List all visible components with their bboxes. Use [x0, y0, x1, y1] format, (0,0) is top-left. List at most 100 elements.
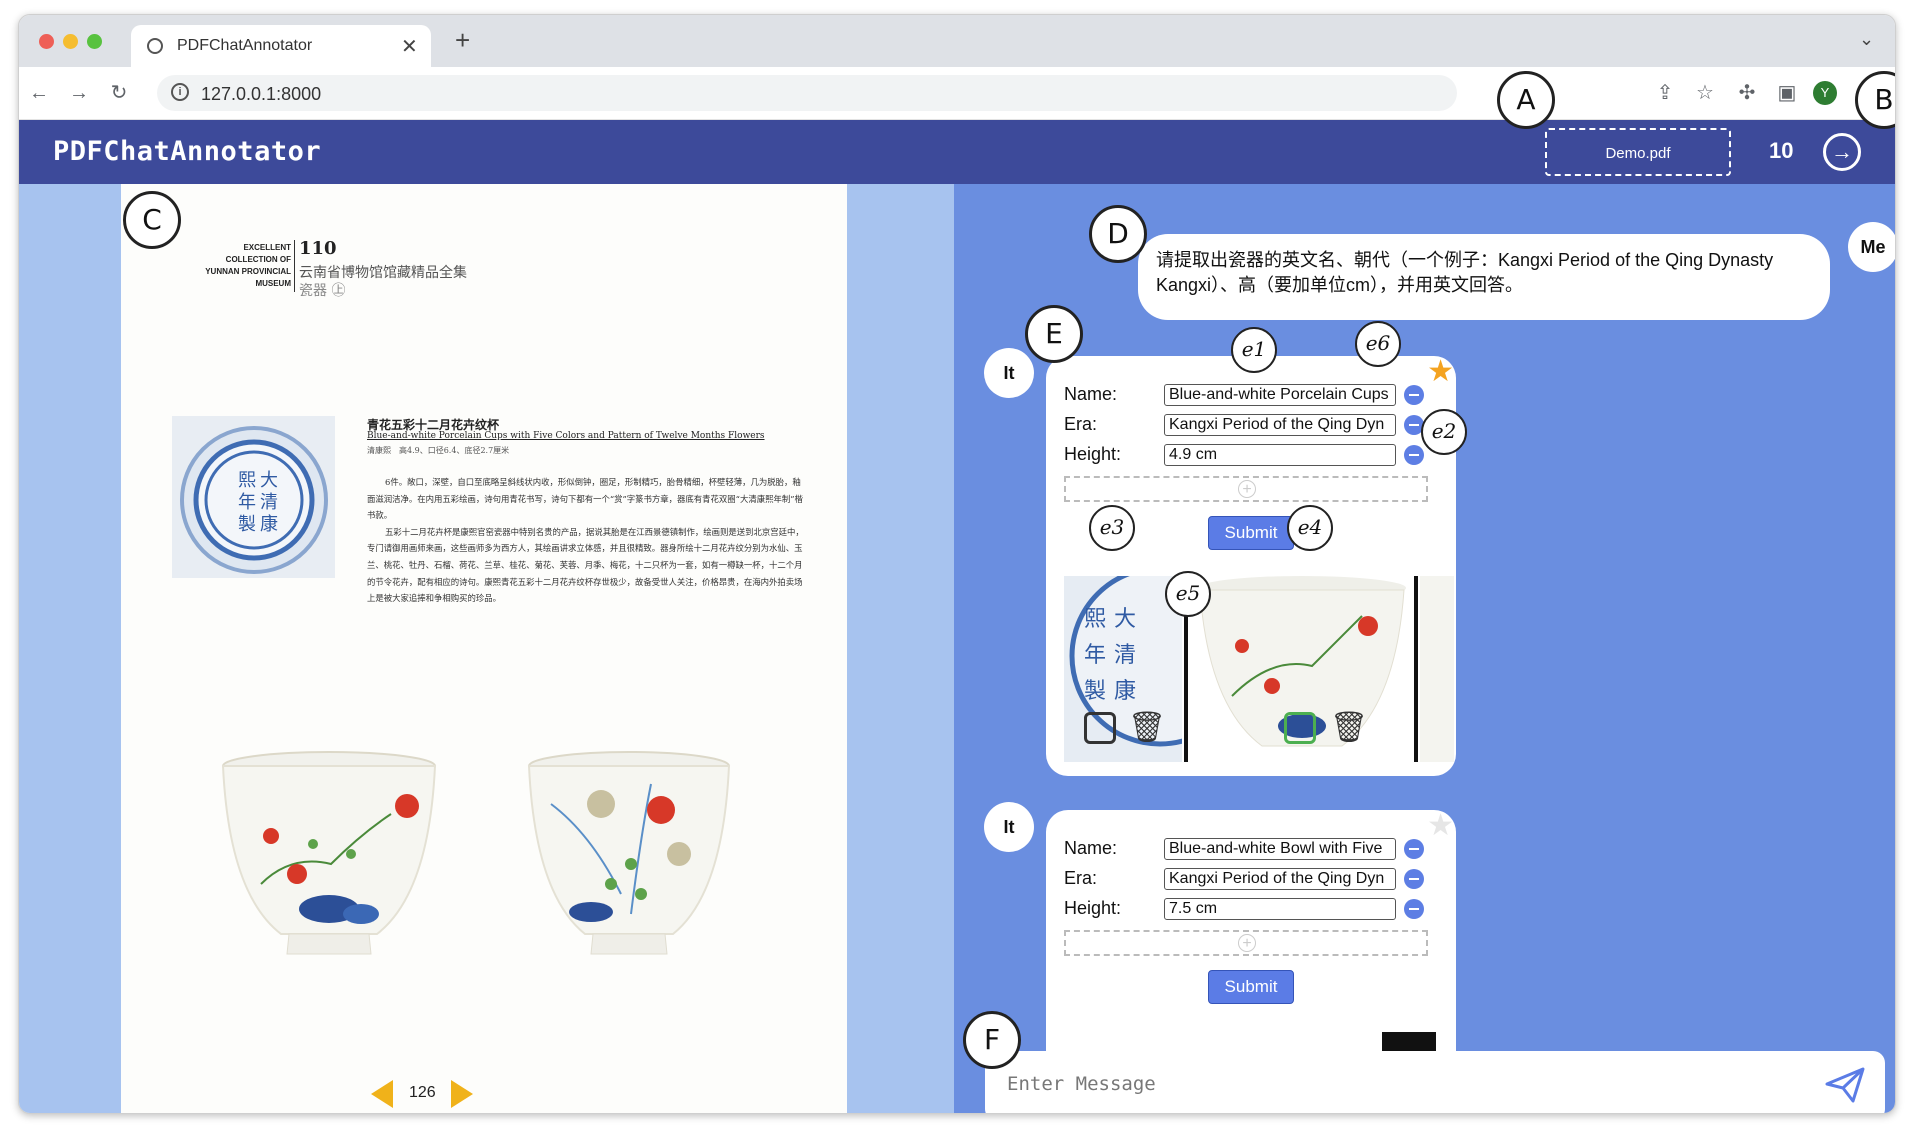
- svg-text:大: 大: [1114, 607, 1136, 632]
- select-checkbox-icon[interactable]: [1284, 712, 1316, 744]
- prev-page-arrow-icon[interactable]: [371, 1080, 393, 1108]
- user-avatar: Me: [1848, 222, 1895, 272]
- annotation-marker-e6: e6: [1355, 321, 1401, 367]
- assistant-avatar: It: [984, 348, 1034, 398]
- add-plus-icon[interactable]: +: [1238, 480, 1256, 498]
- image-thumbnail: 熙 大 年 清 製 康 🗑: [1064, 576, 1182, 762]
- svg-text:製: 製: [1084, 679, 1106, 704]
- annotation-marker-f: F: [963, 1011, 1021, 1069]
- field-label: Height:: [1064, 444, 1122, 464]
- remove-field-minus-icon[interactable]: [1404, 869, 1424, 889]
- app-header: PDFChatAnnotator Demo.pdf 10 →: [19, 120, 1895, 184]
- extensions-puzzle-icon[interactable]: ✣: [1733, 79, 1761, 107]
- page-number: 126: [409, 1084, 436, 1101]
- header-divider: [294, 240, 295, 292]
- field-label: Name:: [1064, 838, 1118, 858]
- remove-field-minus-icon[interactable]: [1404, 899, 1424, 919]
- submit-button[interactable]: Submit: [1208, 970, 1294, 1004]
- star-icon[interactable]: ★: [1427, 354, 1454, 389]
- name-field[interactable]: Blue-and-white Porcelain Cups: [1164, 384, 1396, 406]
- field-label: Height:: [1064, 898, 1122, 918]
- message-placeholder: Enter Message: [1007, 1073, 1156, 1095]
- image-divider: [1414, 576, 1418, 762]
- maximize-window-button[interactable]: [87, 34, 102, 49]
- reload-icon[interactable]: ↻: [105, 79, 133, 107]
- browser-toolbar: ← → ↻ i 127.0.0.1:8000 ⇪ ☆ ✣ ▣ Y: [19, 67, 1895, 120]
- new-tab-button[interactable]: +: [455, 27, 470, 53]
- assistant-avatar: It: [984, 802, 1034, 852]
- collection-cn-heading: 云南省博物馆馆藏精品全集: [299, 265, 467, 281]
- era-field[interactable]: Kangxi Period of the Qing Dyn: [1164, 414, 1396, 436]
- svg-text:清: 清: [260, 492, 278, 513]
- cups-photo: [201, 744, 761, 984]
- url-text: 127.0.0.1:8000: [201, 84, 322, 104]
- collection-en-heading: EXCELLENT COLLECTION OF YUNNAN PROVINCIA…: [205, 243, 291, 288]
- file-upload-box[interactable]: Demo.pdf: [1545, 128, 1731, 176]
- body-paragraph: 6件。敞口，深壁，自口至底略呈斜线状内收，形似倒钟，圈足，形制精巧，胎骨精细，杯…: [367, 477, 803, 521]
- page-count: 10: [1769, 138, 1794, 163]
- height-field[interactable]: 7.5 cm: [1164, 898, 1396, 920]
- svg-text:年: 年: [238, 492, 256, 513]
- image-thumbnail: [1420, 576, 1454, 762]
- submit-button[interactable]: Submit: [1208, 516, 1294, 550]
- browser-tab[interactable]: PDFChatAnnotator ✕: [131, 25, 431, 67]
- category-cn: 瓷器 ㊤: [299, 283, 346, 299]
- svg-text:大: 大: [260, 470, 278, 491]
- close-tab-icon[interactable]: ✕: [401, 34, 418, 59]
- next-arrow-button[interactable]: →: [1823, 133, 1861, 171]
- svg-text:年: 年: [1084, 643, 1106, 668]
- height-field[interactable]: 4.9 cm: [1164, 444, 1396, 466]
- annotation-marker-c: C: [123, 191, 181, 249]
- close-window-button[interactable]: [39, 34, 54, 49]
- item-title-en: Blue-and-white Porcelain Cups with Five …: [367, 431, 765, 441]
- select-checkbox-icon[interactable]: [1084, 712, 1116, 744]
- add-field-row[interactable]: +: [1064, 930, 1428, 956]
- body-paragraph: 五彩十二月花卉杯是康熙官窑瓷器中特别名贵的产品，据说其胎是在江西景德镇制作，绘画…: [367, 526, 804, 604]
- remove-field-minus-icon[interactable]: [1404, 385, 1424, 405]
- add-plus-icon[interactable]: +: [1238, 934, 1256, 952]
- app-title: PDFChatAnnotator: [53, 136, 322, 167]
- user-message-bubble: 请提取出瓷器的英文名、朝代（一个例子：Kangxi Period of the …: [1138, 234, 1830, 320]
- item-meta: 清康熙 高4.9、口径6.4、底径2.7厘米: [367, 446, 510, 455]
- forward-icon[interactable]: →: [65, 79, 93, 107]
- user-message-text: 请提取出瓷器的英文名、朝代（一个例子：Kangxi Period of the …: [1156, 250, 1774, 295]
- star-icon[interactable]: ★: [1427, 808, 1454, 843]
- annotation-marker-e4: e4: [1287, 505, 1333, 551]
- site-info-icon[interactable]: i: [171, 83, 189, 101]
- profile-avatar[interactable]: Y: [1813, 81, 1837, 105]
- image-thumbnail: 🗑: [1192, 576, 1412, 762]
- tab-search-chevron-icon[interactable]: ⌄: [1859, 29, 1874, 50]
- pdf-page[interactable]: EXCELLENT COLLECTION OF YUNNAN PROVINCIA…: [121, 184, 847, 1113]
- chat-panel: 请提取出瓷器的英文名、朝代（一个例子：Kangxi Period of the …: [954, 184, 1895, 1113]
- minimize-window-button[interactable]: [63, 34, 78, 49]
- trash-icon[interactable]: 🗑: [1128, 710, 1166, 745]
- remove-field-minus-icon[interactable]: [1404, 839, 1424, 859]
- share-icon[interactable]: ⇪: [1651, 79, 1679, 107]
- era-field[interactable]: Kangxi Period of the Qing Dyn: [1164, 868, 1396, 890]
- svg-text:熙: 熙: [238, 470, 256, 491]
- browser-window: PDFChatAnnotator ✕ + ⌄ ← → ↻ i 127.0.0.1…: [18, 14, 1896, 1114]
- name-field[interactable]: Blue-and-white Bowl with Five: [1164, 838, 1396, 860]
- svg-text:清: 清: [1114, 643, 1136, 668]
- bookmark-star-icon[interactable]: ☆: [1691, 79, 1719, 107]
- annotation-marker-e: E: [1025, 305, 1083, 363]
- page-navigation: 126: [371, 1080, 501, 1108]
- item-body-text: 6件。敞口，深壁，自口至底略呈斜线状内收，形似倒钟，圈足，形制精巧，胎骨精细，杯…: [367, 474, 807, 607]
- message-input[interactable]: Enter Message: [985, 1051, 1885, 1113]
- next-page-arrow-icon[interactable]: [451, 1080, 473, 1108]
- svg-text:熙: 熙: [1084, 607, 1106, 632]
- add-field-row[interactable]: +: [1064, 476, 1428, 502]
- address-bar[interactable]: i 127.0.0.1:8000: [157, 75, 1457, 111]
- side-panel-icon[interactable]: ▣: [1773, 79, 1801, 107]
- field-label: Name:: [1064, 384, 1118, 404]
- send-icon[interactable]: [1825, 1067, 1865, 1108]
- annotation-marker-e1: e1: [1231, 327, 1277, 373]
- trash-icon[interactable]: 🗑: [1330, 710, 1368, 745]
- svg-text:製: 製: [238, 514, 256, 535]
- remove-field-minus-icon[interactable]: [1404, 445, 1424, 465]
- back-icon[interactable]: ←: [25, 79, 53, 107]
- image-strip: 熙 大 年 清 製 康 🗑 🗑: [1064, 576, 1454, 762]
- annotation-marker-e2: e2: [1421, 409, 1467, 455]
- annotation-marker-a: A: [1497, 71, 1555, 129]
- svg-text:康: 康: [1114, 679, 1136, 704]
